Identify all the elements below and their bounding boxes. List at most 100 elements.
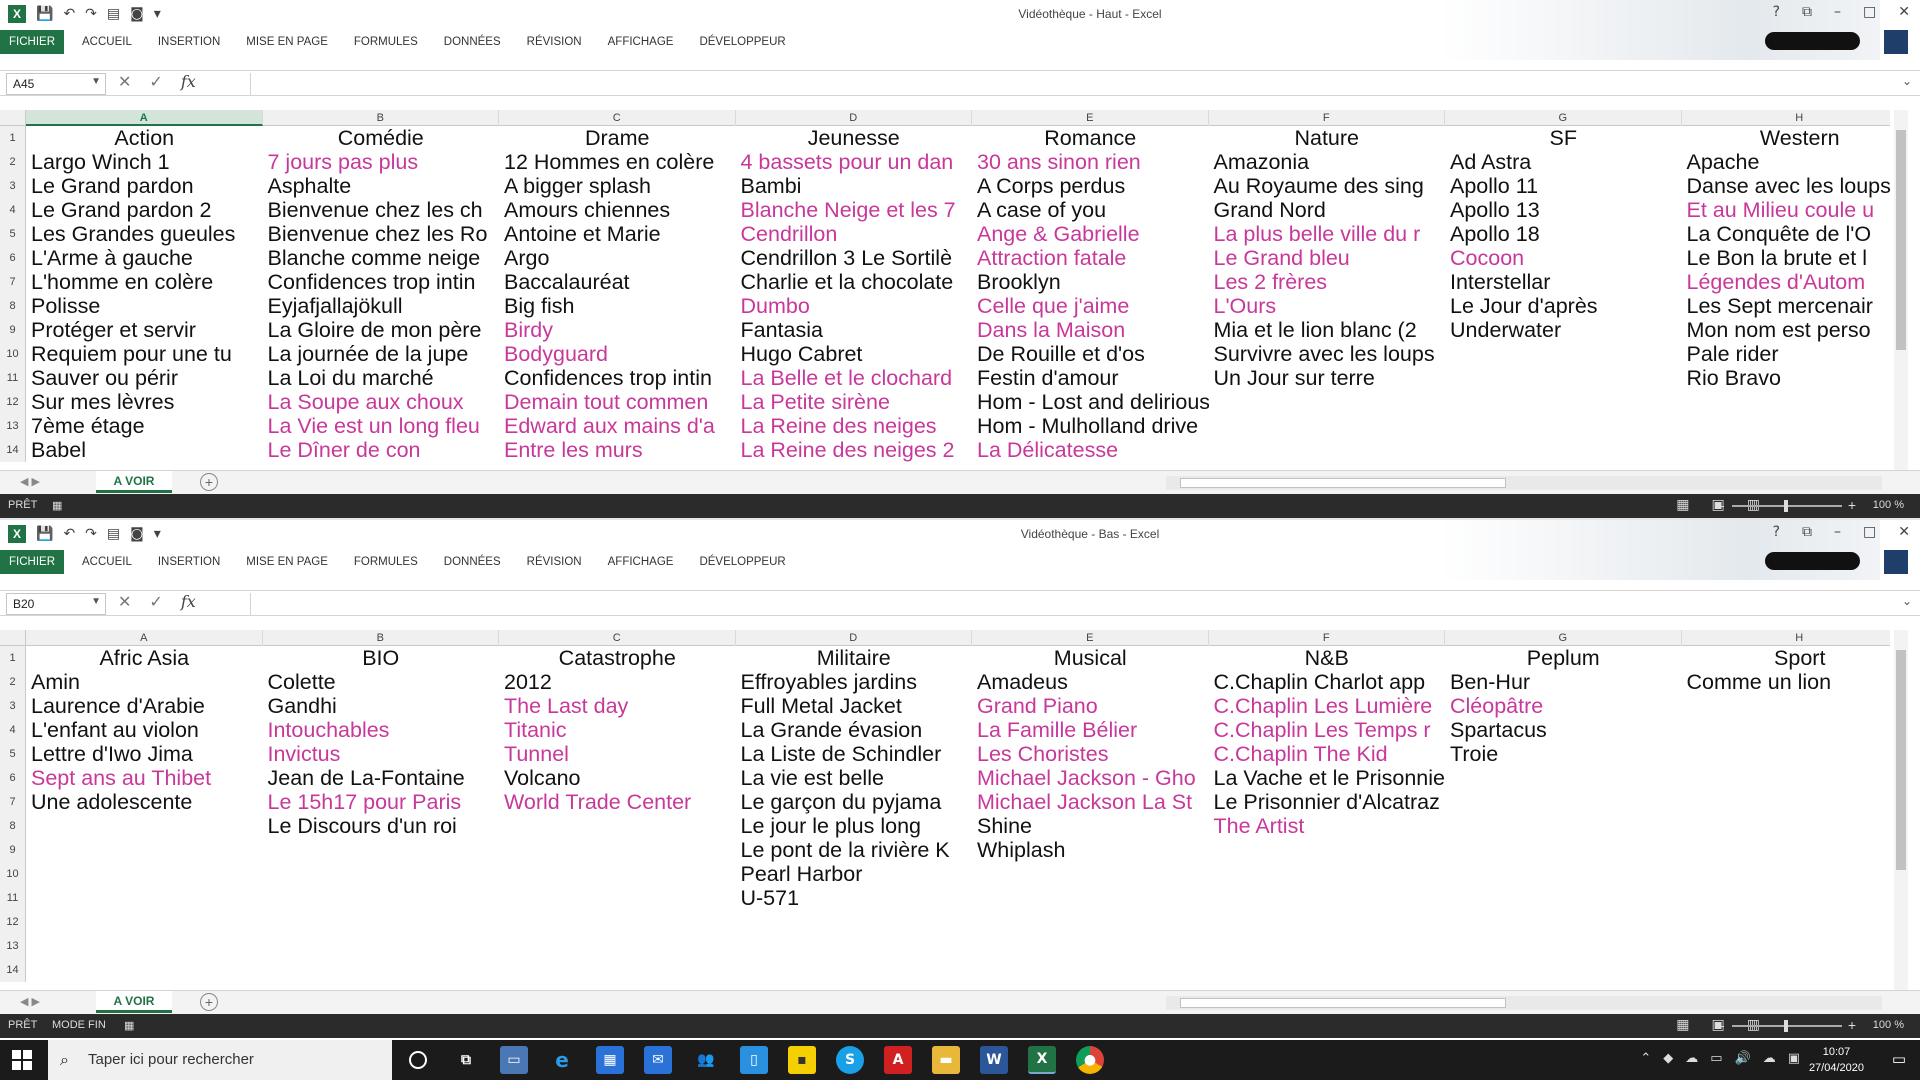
movie-cell[interactable]: Babel: [26, 438, 263, 462]
movie-cell[interactable]: Un Jour sur terre: [1209, 366, 1446, 390]
movie-cell[interactable]: La Famille Bélier: [972, 718, 1209, 742]
movie-cell[interactable]: Une adolescente: [26, 790, 263, 814]
movie-cell[interactable]: Le Prisonnier d'Alcatraz: [1209, 790, 1446, 814]
row-header[interactable]: 12: [0, 910, 26, 934]
column-header-h[interactable]: H: [1682, 630, 1901, 646]
movie-cell[interactable]: Hom - Mulholland drive: [972, 414, 1209, 438]
movie-cell[interactable]: Les Sept mercenair: [1682, 294, 1901, 318]
tab-revision[interactable]: RÉVISION: [517, 30, 592, 54]
movie-cell[interactable]: Michael Jackson La St: [972, 790, 1209, 814]
movie-cell[interactable]: Apollo 13: [1445, 198, 1682, 222]
movie-cell[interactable]: 7 jours pas plus: [263, 150, 500, 174]
sheet-nav-arrows-icon[interactable]: ◀ ▶: [20, 475, 40, 488]
movie-cell[interactable]: La Conquête de l'O: [1682, 222, 1901, 246]
movie-cell[interactable]: Jean de La-Fontaine: [263, 766, 500, 790]
movie-cell[interactable]: Argo: [499, 246, 736, 270]
movie-cell[interactable]: La Vache et le Prisonnier: [1209, 766, 1446, 790]
close-icon[interactable]: ✕: [1898, 4, 1910, 20]
row-header[interactable]: 14: [0, 958, 26, 982]
movie-cell[interactable]: Confidences trop intin: [263, 270, 500, 294]
movie-cell[interactable]: The Artist: [1209, 814, 1446, 838]
help-icon[interactable]: ?: [1773, 524, 1780, 540]
movie-cell[interactable]: Amin: [26, 670, 263, 694]
genre-header-cell[interactable]: Peplum: [1445, 646, 1682, 670]
normal-view-icon[interactable]: ▦: [1676, 1017, 1689, 1033]
column-header-d[interactable]: D: [736, 110, 972, 126]
row-header[interactable]: 8: [0, 294, 26, 318]
tab-donnees[interactable]: DONNÉES: [434, 550, 511, 574]
movie-cell[interactable]: La Petite sirène: [736, 390, 973, 414]
minimize-icon[interactable]: –: [1834, 524, 1841, 540]
sheet-tab-a-voir[interactable]: A VOIR: [96, 991, 172, 1013]
movie-cell[interactable]: Le pont de la rivière K: [736, 838, 973, 862]
formula-input[interactable]: [250, 73, 1912, 95]
movie-cell[interactable]: La Liste de Schindler: [736, 742, 973, 766]
word-icon[interactable]: W: [980, 1046, 1008, 1074]
horizontal-scrollbar[interactable]: [1166, 996, 1882, 1010]
volume-icon[interactable]: 🔊: [1735, 1051, 1751, 1066]
movie-cell[interactable]: Blanche comme neige: [263, 246, 500, 270]
movie-cell[interactable]: Volcano: [499, 766, 736, 790]
expand-formula-icon[interactable]: ⌄: [1902, 74, 1912, 88]
movie-cell[interactable]: Bambi: [736, 174, 973, 198]
movie-cell[interactable]: La Loi du marché: [263, 366, 500, 390]
tab-developpeur[interactable]: DÉVELOPPEUR: [689, 30, 795, 54]
movie-cell[interactable]: Tunnel: [499, 742, 736, 766]
horizontal-scrollbar[interactable]: [1166, 476, 1882, 490]
column-header-a[interactable]: A: [26, 630, 263, 646]
movie-cell[interactable]: La Grande évasion: [736, 718, 973, 742]
movie-cell[interactable]: Rio Bravo: [1682, 366, 1901, 390]
genre-header-cell[interactable]: Comédie: [263, 126, 500, 150]
movie-cell[interactable]: Ange & Gabrielle: [972, 222, 1209, 246]
movie-cell[interactable]: L'enfant au violon: [26, 718, 263, 742]
column-header-f[interactable]: F: [1209, 630, 1445, 646]
movie-cell[interactable]: Michael Jackson - Gho: [972, 766, 1209, 790]
file-explorer-icon[interactable]: ▬: [932, 1046, 960, 1074]
row-header[interactable]: 3: [0, 174, 26, 198]
movie-cell[interactable]: Whiplash: [972, 838, 1209, 862]
movie-cell[interactable]: Sur mes lèvres: [26, 390, 263, 414]
genre-header-cell[interactable]: Jeunesse: [736, 126, 973, 150]
movie-cell[interactable]: La Reine des neiges: [736, 414, 973, 438]
movie-cell[interactable]: Hom - Lost and delirious: [972, 390, 1209, 414]
movie-cell[interactable]: Le Grand pardon: [26, 174, 263, 198]
genre-header-cell[interactable]: Sport: [1682, 646, 1901, 670]
movie-cell[interactable]: Edward aux mains d'a: [499, 414, 736, 438]
movie-cell[interactable]: Survivre avec les loups: [1209, 342, 1446, 366]
column-header-d[interactable]: D: [736, 630, 972, 646]
movie-cell[interactable]: Brooklyn: [972, 270, 1209, 294]
movie-cell[interactable]: Attraction fatale: [972, 246, 1209, 270]
calendar-icon[interactable]: ▦: [596, 1046, 624, 1074]
movie-cell[interactable]: L'Ours: [1209, 294, 1446, 318]
movie-cell[interactable]: Baccalauréat: [499, 270, 736, 294]
tab-affichage[interactable]: AFFICHAGE: [598, 550, 684, 574]
enter-icon[interactable]: ✓: [149, 72, 162, 91]
genre-header-cell[interactable]: SF: [1445, 126, 1682, 150]
add-sheet-icon[interactable]: +: [200, 993, 218, 1011]
movie-cell[interactable]: C.Chaplin Charlot app: [1209, 670, 1446, 694]
worksheet-grid[interactable]: ABCDEFGH 1 2 3 4 5 6 7 8 9 10 11 12 13 14 Action Comédi…: [0, 110, 1900, 470]
cancel-icon[interactable]: ✕: [118, 72, 131, 91]
movie-cell[interactable]: Largo Winch 1: [26, 150, 263, 174]
movie-cell[interactable]: Cendrillon: [736, 222, 973, 246]
taskbar-search-input[interactable]: ⌕ Taper ici pour rechercher: [48, 1040, 392, 1080]
row-header[interactable]: 4: [0, 718, 26, 742]
genre-header-cell[interactable]: Catastrophe: [499, 646, 736, 670]
row-header[interactable]: 9: [0, 318, 26, 342]
row-header[interactable]: 8: [0, 814, 26, 838]
macro-record-icon[interactable]: ▦: [52, 499, 62, 512]
movie-cell[interactable]: 30 ans sinon rien: [972, 150, 1209, 174]
movie-cell[interactable]: La plus belle ville du r: [1209, 222, 1446, 246]
movie-cell[interactable]: L'homme en colère: [26, 270, 263, 294]
movie-cell[interactable]: C.Chaplin The Kid: [1209, 742, 1446, 766]
genre-header-cell[interactable]: Afric Asia: [26, 646, 263, 670]
movie-cell[interactable]: Le Discours d'un roi: [263, 814, 500, 838]
scroll-thumb[interactable]: [1180, 478, 1506, 488]
movie-cell[interactable]: Amadeus: [972, 670, 1209, 694]
movie-cell[interactable]: Dans la Maison: [972, 318, 1209, 342]
windows-start-icon[interactable]: [12, 1050, 32, 1070]
column-header-g[interactable]: G: [1445, 630, 1682, 646]
movie-cell[interactable]: Le Grand bleu: [1209, 246, 1446, 270]
zoom-slider[interactable]: [1732, 500, 1842, 512]
zoom-out-icon[interactable]: –: [1716, 497, 1724, 513]
